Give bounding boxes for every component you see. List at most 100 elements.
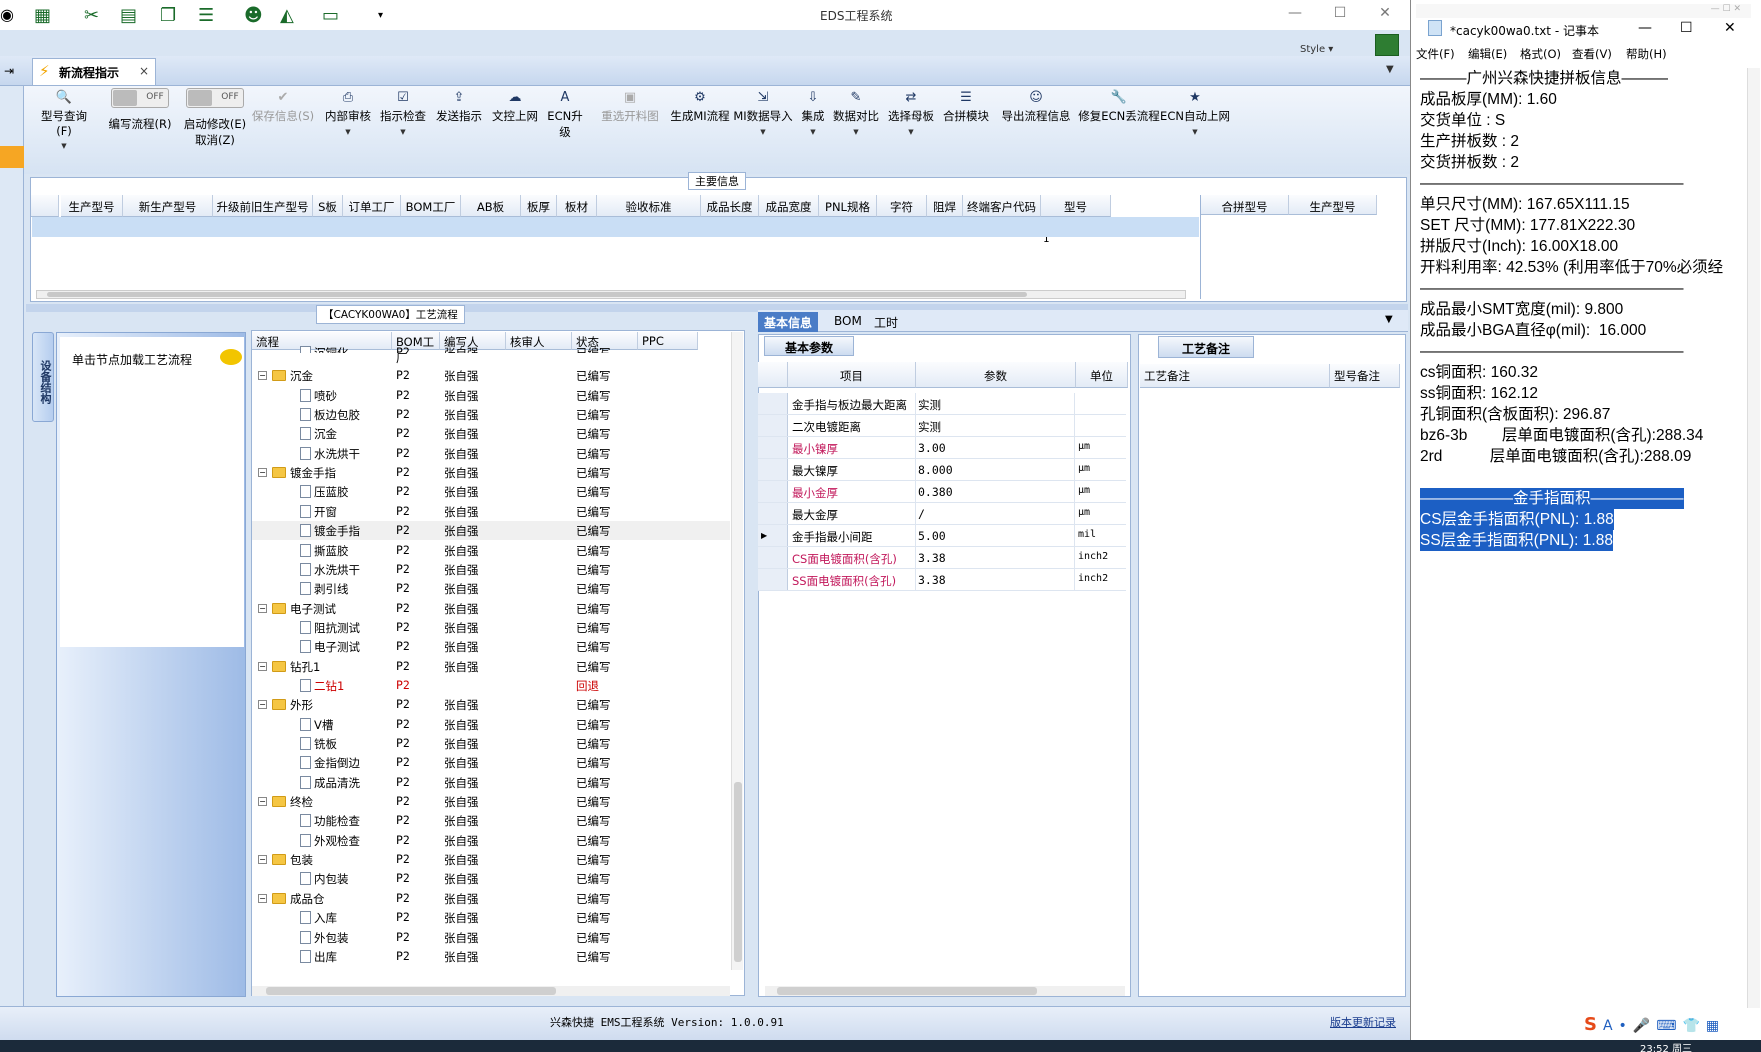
ime-grid-icon[interactable]: ▦ <box>1706 1018 1725 1034</box>
selected-row-highlight[interactable] <box>32 217 1199 237</box>
tree-row[interactable]: 水洗烘干 P2 张自强 已编写 <box>252 444 730 463</box>
tree-row[interactable]: 金指倒边 P2 张自强 已编写 <box>252 753 730 772</box>
notepad-menu-item[interactable]: 帮助(H) <box>1626 46 1667 62</box>
column-header[interactable]: 升级前旧生产型号 <box>213 195 313 217</box>
style-selector[interactable]: Style ▾ <box>1300 44 1333 55</box>
tree-row[interactable]: V槽 P2 张自强 已编写 <box>252 715 730 734</box>
row-selector[interactable] <box>758 547 788 568</box>
column-header[interactable]: 生产型号 <box>61 195 123 217</box>
notepad-menu-item[interactable]: 文件(F) <box>1416 46 1455 62</box>
tree-row[interactable]: − 终检 P2 张自强 已编写 <box>252 792 730 811</box>
column-header[interactable]: 订单工厂 <box>343 195 401 217</box>
toolbar-button-7[interactable]: ☁ 文控上网 <box>490 90 540 124</box>
tree-row[interactable]: 沉金 P2 张自强 已编写 <box>252 424 730 443</box>
area-chart-icon[interactable]: ◭ <box>280 5 302 26</box>
param-row[interactable]: SS面电镀面积(含孔) 3.38 inch2 <box>758 569 1126 591</box>
column-header[interactable]: 新生产型号 <box>123 195 213 217</box>
row-selector[interactable] <box>758 569 788 590</box>
chat-bubble-icon[interactable] <box>220 349 242 365</box>
minimize-icon[interactable]: — <box>1285 5 1305 21</box>
toolbar-button-2[interactable]: OFF 启动修改(E) 取消(Z) <box>174 88 256 148</box>
collapse-toggle-icon[interactable]: − <box>258 661 267 671</box>
toolbar-button-4[interactable]: ⎙ 内部审核 ▼ <box>322 90 374 136</box>
collapse-toggle-icon[interactable]: − <box>258 371 267 381</box>
column-header[interactable]: AB板 <box>461 195 521 217</box>
tab-craft-notes[interactable]: 工艺备注 <box>1158 336 1254 358</box>
sogou-s-icon[interactable]: S <box>1584 1014 1603 1035</box>
collapse-toggle-icon[interactable]: − <box>258 797 267 807</box>
notepad-maximize-icon[interactable]: ☐ <box>1680 20 1693 36</box>
film-icon[interactable]: ▤ <box>120 5 142 26</box>
tab-list-dropdown-icon[interactable]: ▼ <box>1386 64 1394 75</box>
window-icon[interactable]: ▭ <box>322 5 344 26</box>
tree-vscroll[interactable] <box>731 332 743 970</box>
tree-row[interactable]: − 沉金 P2 张自强 已编写 <box>252 366 730 385</box>
row-selector[interactable]: ▶ <box>758 525 788 546</box>
param-row[interactable]: 最小金厚 0.380 μm <box>758 481 1126 503</box>
toolbar-button-13[interactable]: ✎ 数据对比 ▼ <box>830 90 882 136</box>
collapse-toggle-icon[interactable]: − <box>258 855 267 865</box>
tab-1[interactable]: BOM <box>828 312 868 332</box>
tree-row[interactable]: 二钻1 P2 回退 <box>252 676 730 695</box>
tab-new-process[interactable]: ⚡ 新流程指示 × <box>32 58 156 85</box>
chevron-down-icon[interactable]: ▼ <box>378 128 428 136</box>
grid-icon[interactable]: ▦ <box>34 5 56 26</box>
column-header[interactable]: 型号 <box>1041 195 1111 217</box>
tree-row[interactable]: 压蓝胶 P2 张自强 已编写 <box>252 482 730 501</box>
tree-row[interactable]: 水洗烘干 P2 张自强 已编写 <box>252 560 730 579</box>
chevron-down-icon[interactable]: ▼ <box>34 142 94 150</box>
login-icon[interactable]: ⇥ <box>4 64 14 78</box>
tree-row[interactable]: − 包装 P2 张自强 已编写 <box>252 850 730 869</box>
toggle-switch[interactable]: OFF <box>111 88 169 108</box>
notepad-vscroll[interactable] <box>1747 68 1760 1008</box>
tree-row[interactable]: 出库 P2 张自强 已编写 <box>252 947 730 966</box>
ime-keyboard-icon[interactable]: ⌨ <box>1656 1018 1682 1034</box>
tree-row[interactable]: − 外形 P2 张自强 已编写 <box>252 695 730 714</box>
row-selector[interactable] <box>758 393 788 414</box>
ime-shirt-icon[interactable]: 👕 <box>1682 1018 1705 1034</box>
param-row[interactable]: 最小镍厚 3.00 μm <box>758 437 1126 459</box>
notepad-text-area[interactable]: ———广州兴森快捷拼板信息——— 成品板厚(MM): 1.60 交货单位 : S 生产… <box>1420 68 1750 551</box>
toolbar-button-16[interactable]: ☺ 导出流程信息 <box>1000 90 1072 124</box>
notepad-minimize-icon[interactable]: — <box>1638 20 1652 36</box>
main-info-hscroll[interactable] <box>36 290 1186 299</box>
toolbar-button-12[interactable]: ⇩ 集成 ▼ <box>800 90 826 136</box>
notepad-menu-item[interactable]: 编辑(E) <box>1468 46 1507 62</box>
tree-row[interactable]: − 钻孔1 P2 张自强 已编写 <box>252 657 730 676</box>
scroll-thumb[interactable] <box>734 782 742 962</box>
toolbar-button-6[interactable]: ⇪ 发送指示 <box>432 90 486 124</box>
close-icon[interactable]: ✕ <box>1375 5 1395 21</box>
tab-close-icon[interactable]: × <box>139 64 149 78</box>
tree-row[interactable]: 撕蓝胶 P2 张自强 已编写 <box>252 541 730 560</box>
basic-hscroll[interactable] <box>765 986 1125 996</box>
column-header[interactable]: 阻焊 <box>927 195 963 217</box>
tab-2[interactable]: 工时 <box>868 312 904 332</box>
ime-letter-icon[interactable]: A <box>1603 1018 1619 1034</box>
notepad-close-icon[interactable]: ✕ <box>1724 20 1736 36</box>
globe-icon[interactable]: ◉ <box>0 5 22 25</box>
chevron-down-icon[interactable]: ▼ <box>730 128 796 136</box>
tree-row[interactable]: − 成品仓 P2 张自强 已编写 <box>252 889 730 908</box>
tree-row[interactable]: 铣板 P2 张自强 已编写 <box>252 734 730 753</box>
column-header[interactable]: BOM工厂 <box>401 195 461 217</box>
param-row[interactable]: CS面电镀面积(含孔) 3.38 inch2 <box>758 547 1126 569</box>
ime-dot-icon[interactable]: • <box>1619 1018 1633 1034</box>
toolbar-button-15[interactable]: ☰ 合拼模块 <box>940 90 992 124</box>
collapse-toggle-icon[interactable]: − <box>258 468 267 478</box>
tree-row[interactable]: 外包装 P2 张自强 已编写 <box>252 928 730 947</box>
collapse-toggle-icon[interactable]: − <box>258 603 267 613</box>
column-header[interactable]: 成品长度 <box>701 195 759 217</box>
collapse-toggle-icon[interactable]: − <box>258 893 267 903</box>
param-row[interactable]: 最大镍厚 8.000 μm <box>758 459 1126 481</box>
chevron-down-icon[interactable]: ▼ <box>800 128 826 136</box>
list-icon[interactable]: ☰ <box>198 5 220 26</box>
row-selector[interactable] <box>758 437 788 458</box>
column-header[interactable]: 字符 <box>877 195 927 217</box>
chevron-down-icon[interactable]: ▼ <box>322 128 374 136</box>
tree-row[interactable]: 内包装 P2 张自强 已编写 <box>252 869 730 888</box>
row-selector[interactable] <box>758 415 788 436</box>
tree-row[interactable]: − 镀金手指 P2 张自强 已编写 <box>252 463 730 482</box>
tab-basic-params[interactable]: 基本参数 <box>764 336 854 356</box>
scroll-thumb[interactable] <box>266 987 556 995</box>
params-column-header[interactable]: 项目 <box>788 362 916 388</box>
